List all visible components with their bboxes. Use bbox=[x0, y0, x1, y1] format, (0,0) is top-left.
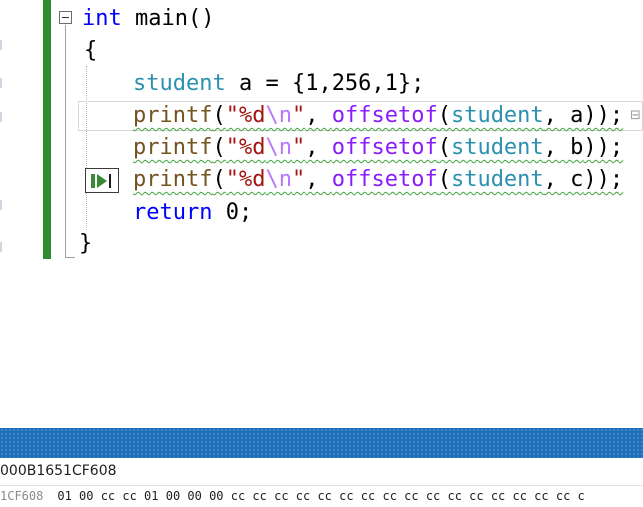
argument: , b bbox=[543, 135, 584, 160]
macro-name: offsetof bbox=[331, 167, 438, 192]
function-call: printf bbox=[133, 167, 213, 192]
change-tracking-bar bbox=[43, 0, 51, 259]
paren: ( bbox=[437, 135, 451, 160]
paren: ( bbox=[437, 103, 451, 128]
indent-guide bbox=[86, 66, 87, 230]
escape-sequence: \n bbox=[265, 103, 292, 128]
code-line-6[interactable]: printf("%d\n", offsetof(student, c)); bbox=[133, 164, 623, 196]
macro-name: offsetof bbox=[331, 103, 438, 128]
keyword: return bbox=[133, 200, 213, 225]
string-literal-end: " bbox=[291, 103, 306, 128]
code-line-2[interactable]: { bbox=[84, 35, 97, 67]
paren: ( bbox=[212, 135, 226, 160]
left-margin-strip bbox=[0, 0, 10, 260]
code-line-5[interactable]: printf("%d\n", offsetof(student, b)); bbox=[133, 132, 623, 164]
memory-row: 1CF608 01 00 cc cc 01 00 00 00 cc cc cc c… bbox=[0, 486, 643, 507]
string-literal-end: " bbox=[291, 135, 306, 160]
string-literal-end: " bbox=[291, 167, 306, 192]
escape-sequence: \n bbox=[265, 167, 292, 192]
initializer: {1,256,1}; bbox=[291, 71, 425, 96]
paren: ( bbox=[212, 103, 226, 128]
type-name: student bbox=[133, 71, 226, 96]
fold-guide-line bbox=[65, 25, 66, 258]
fold-guide-end bbox=[65, 257, 75, 258]
string-literal: "%d bbox=[225, 103, 266, 128]
type-name: student bbox=[450, 167, 544, 192]
horizontal-scrollbar[interactable] bbox=[0, 428, 643, 458]
code-editor[interactable]: int main() { student a = {1,256,1}; prin… bbox=[0, 0, 643, 428]
comma: , bbox=[305, 167, 332, 192]
code-line-1[interactable]: int main() bbox=[82, 3, 214, 35]
macro-name: offsetof bbox=[331, 135, 438, 160]
memory-row-address: 1CF608 bbox=[0, 489, 44, 503]
function-call: printf bbox=[133, 135, 213, 160]
keyword: int bbox=[82, 6, 122, 31]
escape-sequence: \n bbox=[265, 135, 292, 160]
code-lens-icon[interactable]: ⊟ bbox=[630, 108, 643, 126]
function-call: printf bbox=[133, 103, 213, 128]
string-literal: "%d bbox=[225, 167, 266, 192]
paren: ( bbox=[212, 167, 226, 192]
argument: , a bbox=[543, 103, 584, 128]
code-line-4[interactable]: printf("%d\n", offsetof(student, a)); bbox=[133, 100, 623, 132]
code-line-7[interactable]: return 0; bbox=[133, 197, 252, 229]
run-to-click-button[interactable] bbox=[85, 168, 119, 193]
memory-row-bytes: 01 00 cc cc 01 00 00 00 cc cc cc cc cc c… bbox=[57, 489, 585, 503]
type-name: student bbox=[450, 103, 544, 128]
type-name: student bbox=[450, 135, 544, 160]
closing: )); bbox=[583, 167, 624, 192]
code-line-3[interactable]: student a = {1,256,1}; bbox=[133, 68, 424, 100]
collapse-icon[interactable] bbox=[59, 11, 72, 24]
paren: ( bbox=[437, 167, 451, 192]
open-brace: { bbox=[84, 38, 98, 63]
function-signature: main() bbox=[121, 6, 215, 31]
closing: )); bbox=[583, 135, 624, 160]
argument: , c bbox=[543, 167, 584, 192]
memory-address-value: 000B1651CF608 bbox=[0, 463, 117, 479]
comma: , bbox=[305, 135, 332, 160]
string-literal: "%d bbox=[225, 135, 266, 160]
variable-decl: a = bbox=[225, 71, 292, 96]
close-brace: } bbox=[79, 231, 93, 256]
run-to-click-icon bbox=[91, 173, 111, 188]
return-value: 0; bbox=[212, 200, 253, 225]
memory-address-field[interactable]: 000B1651CF608 bbox=[0, 458, 643, 486]
comma: , bbox=[305, 103, 332, 128]
closing: )); bbox=[583, 103, 624, 128]
code-line-8[interactable]: } bbox=[79, 228, 92, 260]
